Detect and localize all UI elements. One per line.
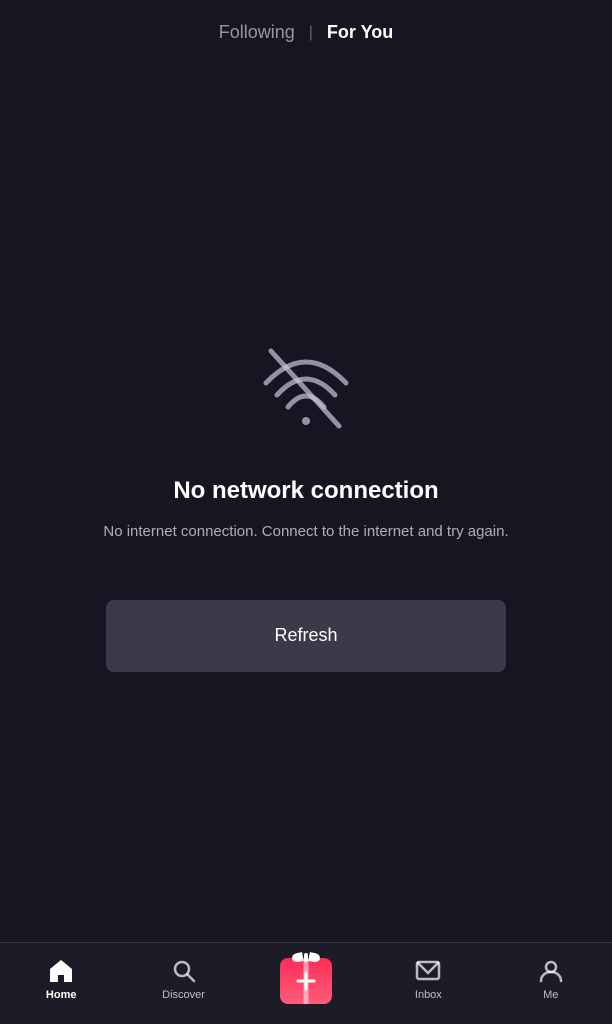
no-wifi-icon [251,331,361,441]
tab-for-you[interactable]: For You [317,18,403,47]
header-divider: | [309,24,313,42]
main-content: No network connection No internet connec… [0,61,612,942]
nav-item-discover[interactable]: Discover [149,957,219,1001]
header: Following | For You [0,0,612,61]
bottom-nav: Home Discover [0,942,612,1024]
nav-item-inbox[interactable]: Inbox [393,957,463,1001]
search-icon [170,957,198,985]
inbox-icon [414,957,442,985]
tab-following[interactable]: Following [209,18,305,47]
nav-item-me[interactable]: Me [516,957,586,1001]
profile-icon [537,957,565,985]
nav-item-home[interactable]: Home [26,957,96,1001]
refresh-button[interactable]: Refresh [106,600,506,672]
nav-label-discover: Discover [162,989,205,1001]
nav-label-home: Home [46,989,77,1001]
nav-label-me: Me [543,989,558,1001]
nav-item-create[interactable] [271,953,341,1004]
error-title: No network connection [173,477,438,505]
error-subtitle: No internet connection. Connect to the i… [103,521,508,544]
home-icon [47,957,75,985]
nav-label-inbox: Inbox [415,989,442,1001]
